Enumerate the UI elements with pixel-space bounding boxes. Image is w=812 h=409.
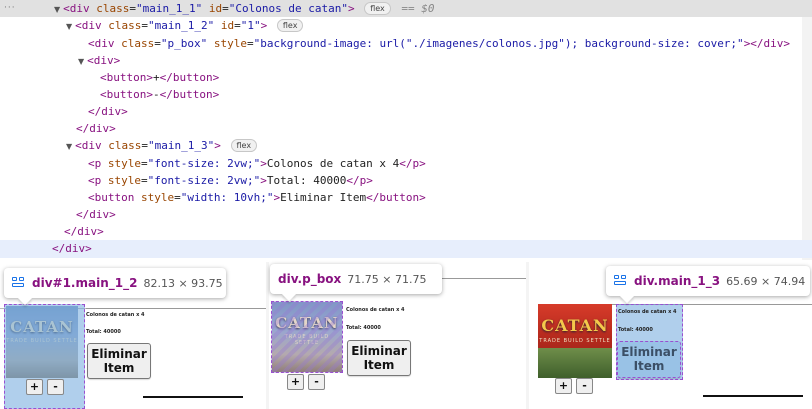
decrement-button[interactable]: -	[576, 378, 593, 394]
selected-marker: == $0	[401, 2, 435, 15]
dom-node-button-delete[interactable]: <button style="width: 10vh;">Eliminar It…	[0, 189, 812, 206]
inspector-tooltip-main_1_2: div#1.main_1_2 82.13 × 93.75	[4, 268, 226, 298]
separator-line	[86, 308, 266, 309]
decrement-button[interactable]: -	[308, 374, 325, 390]
expand-triangle-icon[interactable]: ▼	[66, 142, 72, 151]
highlight-p_box	[271, 301, 343, 373]
dom-node-p-total[interactable]: <p style="font-size: 2vw;">Total: 40000<…	[0, 172, 812, 189]
flex-layout-icon	[614, 275, 628, 286]
inspector-tooltip-p_box: div.p_box 71.75 × 71.75	[270, 264, 442, 294]
underline	[703, 395, 803, 397]
flex-badge[interactable]: flex	[276, 19, 304, 32]
flex-layout-icon	[12, 277, 26, 288]
dom-node-button-plus[interactable]: <button>+</button>	[0, 69, 812, 86]
decrement-button[interactable]: -	[47, 379, 64, 395]
expand-triangle-icon[interactable]: ▼	[66, 22, 72, 31]
item-total: Total: 40000	[618, 327, 653, 333]
dom-node-close[interactable]: </div>	[0, 103, 812, 120]
item-total: Total: 40000	[86, 329, 121, 335]
item-name: Colonos de catan x 4	[618, 309, 677, 315]
panel-divider	[266, 262, 269, 409]
dom-node-close[interactable]: </div>	[0, 120, 812, 137]
underline	[143, 396, 243, 398]
elements-panel: ··· ▼ <div class="main_1_1" id="Colonos d…	[0, 0, 812, 260]
delete-item-button[interactable]: Eliminar Item	[347, 340, 411, 376]
dom-node-button-minus[interactable]: <button>-</button>	[0, 86, 812, 103]
dom-node-close[interactable]: </div>	[0, 223, 812, 240]
dom-node-div[interactable]: ▼ <div>	[0, 52, 812, 69]
increment-button[interactable]: +	[555, 378, 572, 394]
expand-triangle-icon[interactable]: ▼	[54, 5, 60, 14]
increment-button[interactable]: +	[26, 379, 43, 395]
dom-node-p_box[interactable]: <div class="p_box" style="background-ima…	[0, 35, 812, 52]
flex-badge[interactable]: flex	[364, 2, 391, 15]
item-name: Colonos de catan x 4	[86, 312, 145, 318]
flex-badge[interactable]: flex	[230, 139, 258, 152]
item-name: Colonos de catan x 4	[346, 307, 405, 313]
panel-divider	[526, 262, 529, 409]
expand-triangle-icon[interactable]: ▼	[78, 57, 84, 66]
increment-button[interactable]: +	[287, 374, 304, 390]
more-actions-icon[interactable]: ···	[4, 0, 16, 17]
product-image: CATAN TRADE BUILD SETTLE	[538, 304, 612, 378]
dom-node-main_1_1[interactable]: ··· ▼ <div class="main_1_1" id="Colonos d…	[0, 0, 812, 17]
item-total: Total: 40000	[346, 325, 381, 331]
inspector-tooltip-main_1_3: div.main_1_3 65.69 × 74.94	[606, 266, 810, 296]
dom-node-close[interactable]: </div>	[0, 206, 812, 223]
dom-node-main_1_2[interactable]: ▼ <div class="main_1_2" id="1"> flex	[0, 17, 812, 34]
delete-item-button[interactable]: Eliminar Item	[87, 343, 151, 379]
dom-node-p-item[interactable]: <p style="font-size: 2vw;">Colonos de ca…	[0, 155, 812, 172]
highlight-main_1_2	[4, 304, 85, 409]
dom-node-main_1_3[interactable]: ▼ <div class="main_1_3"> flex	[0, 137, 812, 154]
delete-item-button[interactable]: Eliminar Item	[617, 341, 681, 378]
dom-node-close-hovered[interactable]: </div>	[0, 240, 812, 258]
